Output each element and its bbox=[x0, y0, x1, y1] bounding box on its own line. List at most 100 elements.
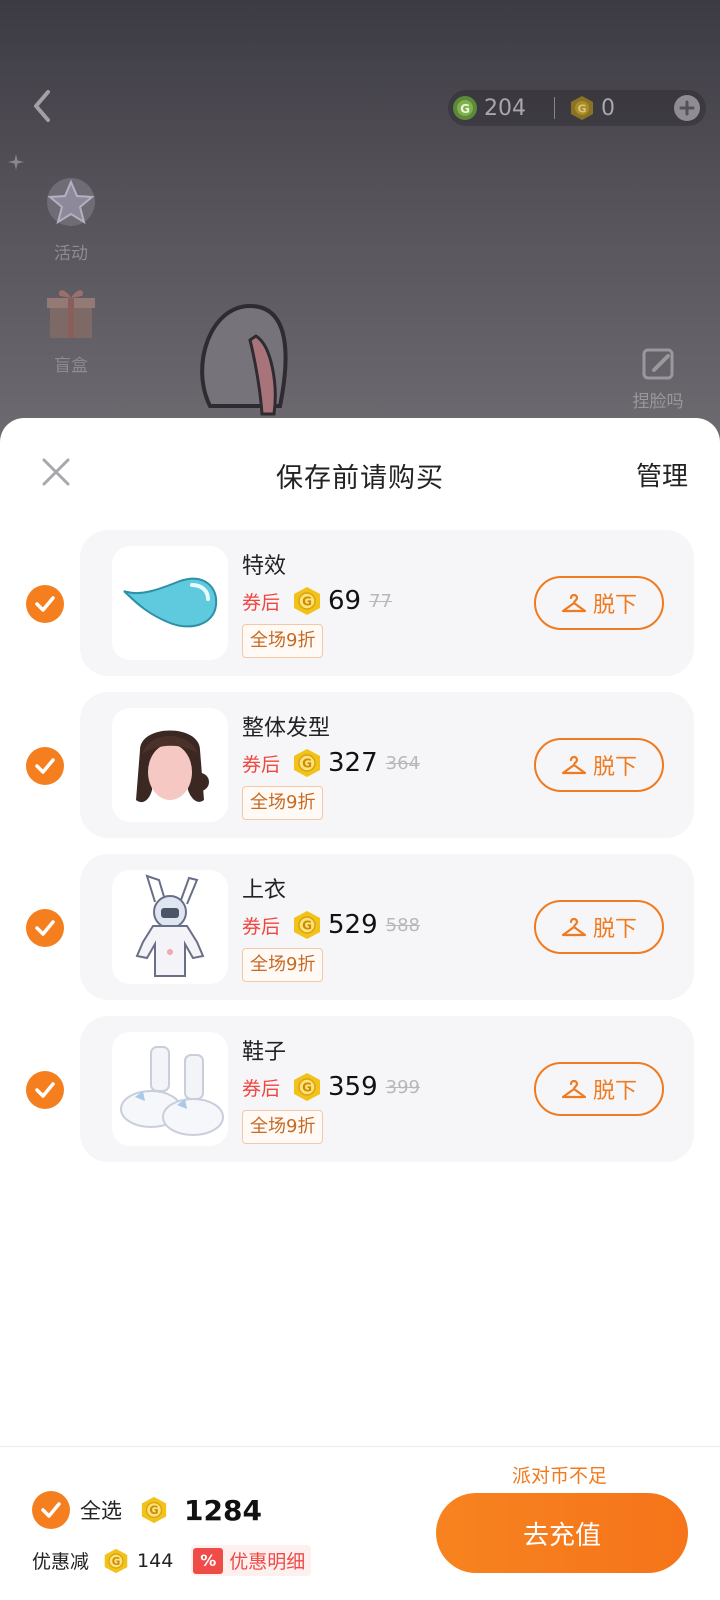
green-coin-icon: G bbox=[453, 96, 477, 120]
face-edit-label: 捏脸吗 bbox=[632, 392, 684, 412]
hanger-icon bbox=[561, 1079, 587, 1099]
recharge-button[interactable]: 去充值 bbox=[436, 1493, 688, 1573]
item-thumbnail bbox=[112, 1032, 228, 1146]
blind-box-entry[interactable]: 盲盒 bbox=[36, 282, 106, 376]
green-coin-balance: G 204 bbox=[452, 95, 526, 121]
activity-entry[interactable]: 活动 bbox=[36, 170, 106, 264]
item-original-price: 399 bbox=[385, 1076, 421, 1098]
item-price: 327 bbox=[328, 748, 378, 778]
fluffy-boots-image bbox=[120, 1046, 224, 1136]
price-line: 券后 G 359 399 bbox=[242, 1072, 420, 1102]
item-original-price: 364 bbox=[385, 752, 421, 774]
currency-bar: G 204 G 0 bbox=[448, 90, 706, 126]
svg-text:G: G bbox=[577, 103, 586, 116]
take-off-button[interactable]: 脱下 bbox=[534, 1062, 664, 1116]
select-all-label: 全选 bbox=[80, 1499, 122, 1523]
gold-coin-icon: G bbox=[571, 96, 593, 120]
take-off-button[interactable]: 脱下 bbox=[534, 900, 664, 954]
coin-icon: G bbox=[294, 911, 321, 939]
discount-tag: 全场9折 bbox=[242, 624, 324, 658]
blue-drop-effect-image bbox=[123, 577, 218, 628]
activity-label: 活动 bbox=[54, 244, 88, 264]
background-scene: G 204 G 0 活动 盲盒 捏脸吗 bbox=[0, 0, 720, 440]
checkout-footer: 派对币不足 全选 G 1284 优惠减 G 144 % 优惠明细 去充值 bbox=[0, 1446, 720, 1600]
item-checkbox[interactable] bbox=[26, 585, 64, 623]
price-line: 券后 G 529 588 bbox=[242, 910, 420, 940]
select-all[interactable]: 全选 G 1284 bbox=[32, 1491, 262, 1529]
sparkle-icon bbox=[8, 154, 24, 170]
item-checkbox[interactable] bbox=[26, 909, 64, 947]
chevron-left-icon bbox=[34, 90, 50, 122]
item-name: 上衣 bbox=[242, 878, 287, 903]
coupon-label: 券后 bbox=[242, 915, 281, 938]
item-thumbnail bbox=[112, 870, 228, 984]
purchase-sheet: 保存前请购买 管理 特效 券后 G 69 77 全场9折 脱下 整体发型 券后 … bbox=[0, 418, 720, 1600]
bunny-hoodie-image bbox=[135, 874, 205, 977]
blind-box-icon bbox=[47, 290, 95, 338]
svg-text:G: G bbox=[302, 595, 312, 609]
discount-amount: 144 bbox=[137, 1549, 174, 1572]
list-item: 鞋子 券后 G 359 399 全场9折 脱下 bbox=[0, 1016, 720, 1178]
manage-button[interactable]: 管理 bbox=[636, 456, 688, 493]
hairstyle-image bbox=[136, 730, 209, 803]
item-price: 359 bbox=[328, 1072, 378, 1102]
take-off-label: 脱下 bbox=[592, 1079, 637, 1104]
sheet-header: 保存前请购买 管理 bbox=[0, 418, 720, 530]
item-thumbnail bbox=[112, 546, 228, 660]
svg-text:G: G bbox=[460, 102, 470, 116]
item-name: 鞋子 bbox=[242, 1040, 287, 1065]
plus-icon bbox=[679, 100, 695, 116]
item-name: 特效 bbox=[242, 554, 287, 579]
edit-face-icon bbox=[642, 348, 674, 380]
back-button[interactable] bbox=[22, 86, 62, 126]
list-item: 特效 券后 G 69 77 全场9折 脱下 bbox=[0, 530, 720, 692]
item-card[interactable]: 整体发型 券后 G 327 364 全场9折 脱下 bbox=[80, 692, 694, 838]
item-thumbnail bbox=[112, 708, 228, 822]
discount-detail-link[interactable]: % 优惠明细 bbox=[191, 1545, 312, 1576]
take-off-button[interactable]: 脱下 bbox=[534, 576, 664, 630]
sheet-title: 保存前请购买 bbox=[276, 463, 444, 494]
coupon-label: 券后 bbox=[242, 1077, 281, 1100]
discount-label: 优惠减 bbox=[32, 1551, 90, 1573]
checkmark-icon bbox=[35, 596, 55, 612]
gold-coin-balance: G 0 bbox=[569, 95, 615, 121]
insufficient-balance-text: 派对币不足 bbox=[512, 1465, 608, 1487]
list-item: 上衣 券后 G 529 588 全场9折 脱下 bbox=[0, 854, 720, 1016]
price-line: 券后 G 327 364 bbox=[242, 748, 420, 778]
coupon-label: 券后 bbox=[242, 591, 281, 614]
price-line: 券后 G 69 77 bbox=[242, 586, 392, 616]
item-card[interactable]: 特效 券后 G 69 77 全场9折 脱下 bbox=[80, 530, 694, 676]
svg-text:G: G bbox=[112, 1555, 121, 1567]
coin-icon: G bbox=[294, 749, 321, 777]
item-price: 69 bbox=[328, 586, 362, 616]
checkmark-icon bbox=[35, 920, 55, 936]
currency-divider bbox=[554, 97, 555, 119]
face-edit-button[interactable]: 捏脸吗 bbox=[626, 346, 690, 412]
svg-text:G: G bbox=[149, 1504, 158, 1517]
hanger-icon bbox=[561, 917, 587, 937]
item-name: 整体发型 bbox=[242, 716, 331, 741]
item-price: 529 bbox=[328, 910, 378, 940]
checkmark-icon bbox=[41, 1502, 61, 1518]
take-off-label: 脱下 bbox=[592, 917, 637, 942]
avatar-bunny-ear bbox=[200, 303, 288, 416]
item-checkbox[interactable] bbox=[26, 1071, 64, 1109]
item-list: 特效 券后 G 69 77 全场9折 脱下 整体发型 券后 G 327 364 … bbox=[0, 530, 720, 1178]
item-checkbox[interactable] bbox=[26, 747, 64, 785]
green-coin-value: 204 bbox=[484, 95, 526, 121]
discount-tag: 全场9折 bbox=[242, 948, 324, 982]
discount-tag: 全场9折 bbox=[242, 1110, 324, 1144]
coin-icon: G bbox=[294, 1073, 321, 1101]
add-currency-button[interactable] bbox=[674, 95, 700, 121]
svg-text:G: G bbox=[302, 919, 312, 933]
total-price: 1284 bbox=[184, 1493, 262, 1527]
item-card[interactable]: 上衣 券后 G 529 588 全场9折 脱下 bbox=[80, 854, 694, 1000]
select-all-checkbox[interactable] bbox=[32, 1491, 70, 1529]
coin-icon: G bbox=[141, 1496, 167, 1524]
discount-tag: 全场9折 bbox=[242, 786, 324, 820]
discount-detail-label: 优惠明细 bbox=[229, 1551, 306, 1573]
blind-box-label: 盲盒 bbox=[54, 356, 88, 376]
item-original-price: 77 bbox=[369, 590, 393, 612]
take-off-button[interactable]: 脱下 bbox=[534, 738, 664, 792]
item-card[interactable]: 鞋子 券后 G 359 399 全场9折 脱下 bbox=[80, 1016, 694, 1162]
